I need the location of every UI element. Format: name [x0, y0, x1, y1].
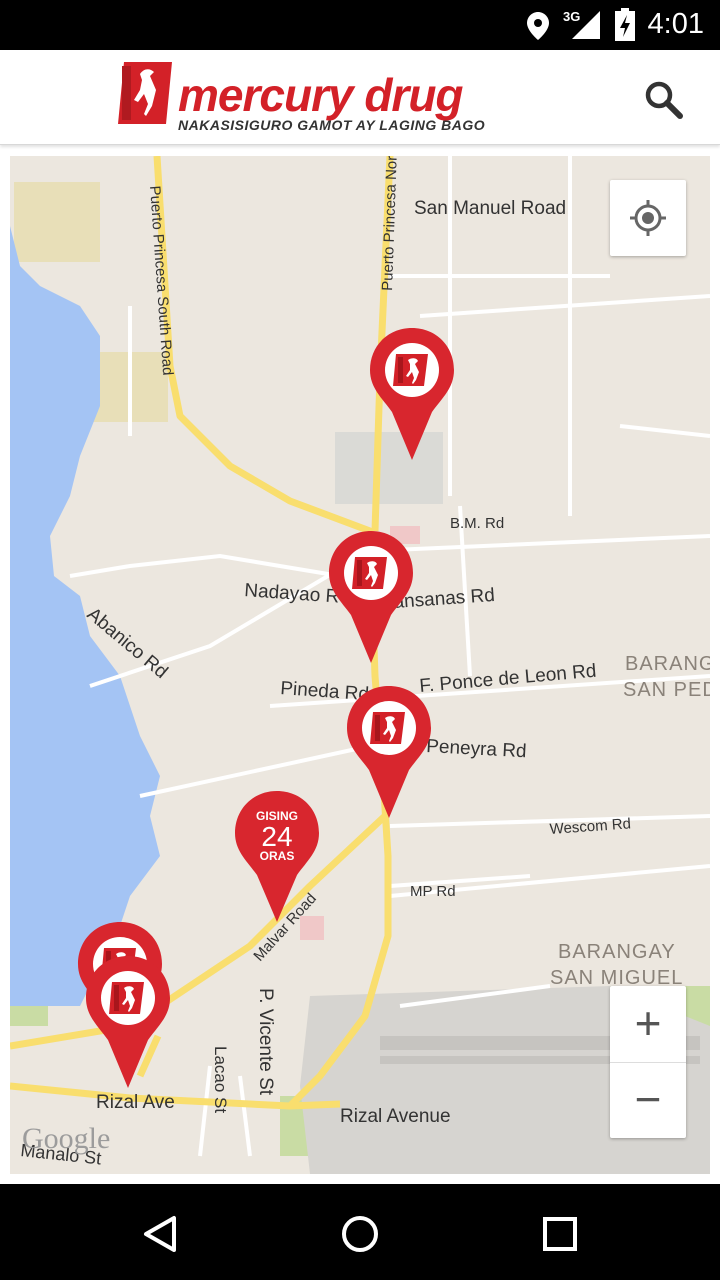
my-location-button[interactable]	[610, 180, 686, 256]
road-label: P. Vicente St	[255, 988, 276, 1096]
zoom-controls: + −	[610, 986, 686, 1138]
badge-bottom-text: ORAS	[260, 849, 295, 863]
area-label: BARANG	[625, 653, 710, 675]
navigation-bar	[0, 1184, 720, 1280]
map-area	[14, 182, 100, 262]
road-label: Rizal Ave	[96, 1092, 175, 1113]
recents-icon[interactable]	[542, 1216, 578, 1252]
status-bar: 3G 4:01	[0, 0, 720, 50]
search-icon[interactable]	[643, 79, 685, 121]
signal-icon	[572, 11, 600, 39]
area-label: SAN PED	[623, 679, 710, 701]
building	[335, 432, 443, 504]
road-label: Rizal Avenue	[340, 1106, 451, 1127]
battery-icon	[615, 8, 635, 41]
brand-tagline: NAKASISIGURO GAMOT AY LAGING BAGO	[178, 117, 486, 133]
google-attribution: Google	[22, 1122, 110, 1155]
park-area	[10, 1006, 48, 1026]
location-icon	[527, 12, 549, 40]
road-label: Lacao St	[211, 1046, 230, 1113]
back-icon[interactable]	[140, 1214, 180, 1254]
my-location-icon	[630, 200, 666, 236]
road-label: MP Rd	[410, 883, 456, 900]
road-label: B.M. Rd	[450, 515, 504, 532]
store-map[interactable]: San Manuel Road Puerto Princesa Nor Puer…	[10, 156, 710, 1174]
home-icon[interactable]	[340, 1214, 380, 1254]
mercury-logo-icon	[118, 62, 172, 124]
brand-name: mercury drug	[178, 69, 464, 121]
zoom-in-button[interactable]: +	[610, 986, 686, 1063]
building	[300, 916, 324, 940]
badge-number: 24	[261, 821, 292, 852]
zoom-out-button[interactable]: −	[610, 1062, 686, 1138]
road-label: San Manuel Road	[414, 198, 566, 219]
area-label: BARANGAY	[558, 941, 676, 963]
clock: 4:01	[647, 8, 704, 40]
map-canvas[interactable]: San Manuel Road Puerto Princesa Nor Puer…	[10, 156, 710, 1174]
